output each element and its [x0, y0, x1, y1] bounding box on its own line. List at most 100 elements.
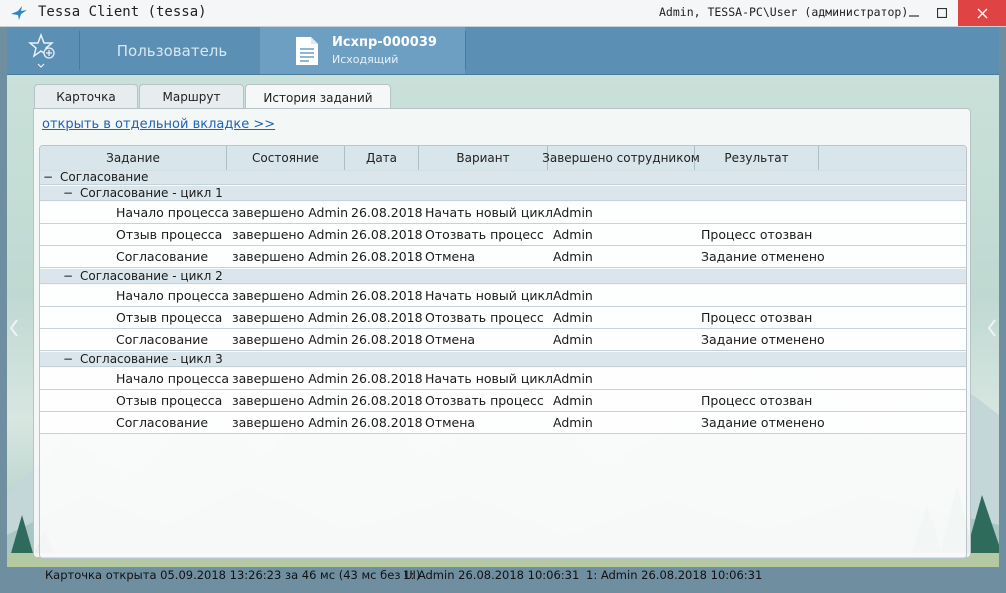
cell-result: Процесс отозван: [701, 227, 813, 242]
cell-option: Отозвать процесс: [425, 227, 544, 242]
cell-date: 26.08.2018: [351, 371, 423, 386]
close-button[interactable]: [958, 0, 1006, 26]
cell-option: Начать новый цикл: [425, 371, 554, 386]
chevron-right-icon[interactable]: [985, 316, 999, 340]
collapse-toggle[interactable]: −: [43, 170, 53, 185]
tab-route[interactable]: Маршрут: [139, 84, 244, 109]
cell-state: завершено Admin: [232, 332, 349, 347]
cell-completed-by: Admin: [553, 332, 593, 347]
chevron-left-icon[interactable]: [7, 316, 21, 340]
cell-date: 26.08.2018: [351, 288, 423, 303]
table-row[interactable]: Согласование завершено Admin 26.08.2018 …: [40, 246, 966, 268]
table-row[interactable]: Начало процесса завершено Admin 26.08.20…: [40, 202, 966, 224]
cell-result: Задание отменено: [701, 332, 825, 347]
open-in-new-tab-link[interactable]: открыть в отдельной вкладке >>: [42, 117, 275, 132]
table-row[interactable]: Согласование завершено Admin 26.08.2018 …: [40, 412, 966, 434]
cell-completed-by: Admin: [553, 310, 593, 325]
status-lock-info-1: 1: Admin 26.08.2018 10:06:31: [403, 568, 580, 582]
cell-completed-by: Admin: [553, 288, 593, 303]
task-history-grid: Задание Состояние Дата Вариант Завершено…: [39, 145, 967, 559]
toolbar-separator: [465, 31, 466, 70]
table-row[interactable]: Отзыв процесса завершено Admin 26.08.201…: [40, 224, 966, 246]
group-row-cycle-3[interactable]: − Согласование - цикл 3: [40, 352, 966, 367]
grid-header: Задание Состояние Дата Вариант Завершено…: [40, 146, 966, 171]
cell-state: завершено Admin: [232, 393, 349, 408]
cell-task: Отзыв процесса: [116, 393, 223, 408]
cell-option: Начать новый цикл: [425, 205, 554, 220]
table-row[interactable]: Отзыв процесса завершено Admin 26.08.201…: [40, 390, 966, 412]
cell-task: Начало процесса: [116, 288, 230, 303]
table-row[interactable]: Начало процесса завершено Admin 26.08.20…: [40, 368, 966, 390]
cell-completed-by: Admin: [553, 371, 593, 386]
cell-completed-by: Admin: [553, 249, 593, 264]
column-header-date[interactable]: Дата: [345, 146, 419, 170]
cell-task: Начало процесса: [116, 371, 230, 386]
group-label: Согласование - цикл 1: [80, 186, 223, 200]
table-row[interactable]: Начало процесса завершено Admin 26.08.20…: [40, 285, 966, 307]
document-icon: [296, 37, 318, 65]
collapse-toggle[interactable]: −: [63, 186, 73, 201]
cell-option: Отозвать процесс: [425, 393, 544, 408]
cell-task: Согласование: [116, 332, 209, 347]
tab-task-history[interactable]: История заданий: [245, 84, 391, 110]
cell-task: Согласование: [116, 249, 209, 264]
group-row-cycle-1[interactable]: − Согласование - цикл 1: [40, 186, 966, 201]
cell-option: Начать новый цикл: [425, 288, 554, 303]
cell-date: 26.08.2018: [351, 332, 423, 347]
close-icon: [977, 8, 987, 18]
cell-state: завершено Admin: [232, 288, 349, 303]
minimize-icon: [909, 15, 919, 17]
cell-state: завершено Admin: [232, 310, 349, 325]
star-plus-icon: [28, 32, 55, 68]
group-label: Согласование: [60, 170, 149, 184]
cell-date: 26.08.2018: [351, 205, 423, 220]
column-header-option[interactable]: Вариант: [419, 146, 548, 170]
cell-result: Процесс отозван: [701, 310, 813, 325]
column-header-completed-by[interactable]: Завершено сотрудником: [542, 146, 700, 170]
main-toolbar: Пользователь Исхпр-000039 Исходящий: [7, 27, 999, 75]
cell-task: Отзыв процесса: [116, 310, 223, 325]
title-bar: Tessa Client (tessa) Admin, TESSA-PC\Use…: [0, 0, 1006, 27]
column-header-result[interactable]: Результат: [695, 146, 819, 170]
group-row-root[interactable]: − Согласование: [40, 170, 966, 185]
cell-option: Отмена: [425, 249, 476, 264]
cell-completed-by: Admin: [553, 205, 593, 220]
tab-user[interactable]: Пользователь: [87, 27, 257, 74]
cell-state: завершено Admin: [232, 371, 349, 386]
document-number: Исхпр-000039: [332, 35, 437, 50]
card-open-status: Карточка открыта 05.09.2018 13:26:23 за …: [45, 568, 421, 582]
cell-date: 26.08.2018: [351, 227, 423, 242]
table-row[interactable]: Отзыв процесса завершено Admin 26.08.201…: [40, 307, 966, 329]
cell-state: завершено Admin: [232, 415, 349, 430]
cell-result: Задание отменено: [701, 249, 825, 264]
cell-completed-by: Admin: [553, 227, 593, 242]
cell-date: 26.08.2018: [351, 415, 423, 430]
maximize-icon: [937, 8, 947, 18]
column-header-state[interactable]: Состояние: [227, 146, 345, 170]
cell-result: Процесс отозван: [701, 393, 813, 408]
status-lock-info-2: 1: Admin 26.08.2018 10:06:31: [586, 568, 763, 582]
status-bar: Карточка открыта 05.09.2018 13:26:23 за …: [7, 567, 999, 586]
cell-task: Отзыв процесса: [116, 227, 223, 242]
tab-document[interactable]: Исхпр-000039 Исходящий: [260, 27, 465, 74]
table-row[interactable]: Согласование завершено Admin 26.08.2018 …: [40, 329, 966, 351]
cell-option: Отмена: [425, 415, 476, 430]
cell-date: 26.08.2018: [351, 393, 423, 408]
maximize-button[interactable]: [925, 0, 959, 26]
cell-state: завершено Admin: [232, 227, 349, 242]
group-label: Согласование - цикл 3: [80, 352, 223, 366]
cell-state: завершено Admin: [232, 249, 349, 264]
cell-option: Отмена: [425, 332, 476, 347]
collapse-toggle[interactable]: −: [63, 269, 73, 284]
column-header-task[interactable]: Задание: [40, 146, 227, 170]
current-user-info: Admin, TESSA-PC\User (администратор): [659, 5, 909, 19]
group-row-cycle-2[interactable]: − Согласование - цикл 2: [40, 269, 966, 284]
cell-completed-by: Admin: [553, 393, 593, 408]
collapse-toggle[interactable]: −: [63, 352, 73, 367]
cell-state: завершено Admin: [232, 205, 349, 220]
favorites-button[interactable]: [7, 27, 79, 74]
bird-icon: [11, 6, 27, 20]
tab-card[interactable]: Карточка: [34, 84, 138, 109]
cell-result: Задание отменено: [701, 415, 825, 430]
cell-completed-by: Admin: [553, 415, 593, 430]
